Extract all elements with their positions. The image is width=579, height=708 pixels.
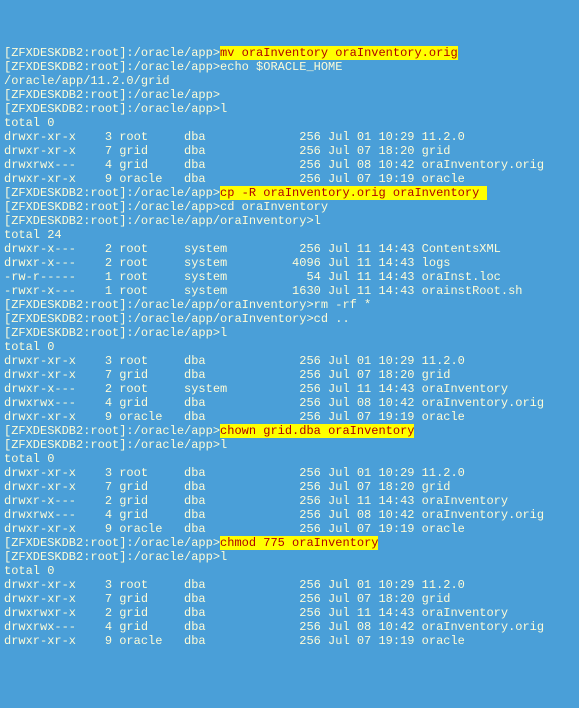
terminal-text: /oracle/app/11.2.0/grid [4,74,170,88]
highlighted-command: mv oraInventory oraInventory.orig [220,46,458,60]
terminal-line: [ZFXDESKDB2:root]:/oracle/app> [4,88,575,102]
terminal-text: [ZFXDESKDB2:root]:/oracle/app>cd oraInve… [4,200,328,214]
terminal-text: drwxr-xr-x 7 grid dba 256 Jul 07 18:20 g… [4,144,450,158]
terminal-line: drwxr-xr-x 3 root dba 256 Jul 01 10:29 1… [4,466,575,480]
terminal-line: [ZFXDESKDB2:root]:/oracle/app>mv oraInve… [4,46,575,60]
terminal-line: drwxrwx--- 4 grid dba 256 Jul 08 10:42 o… [4,158,575,172]
terminal-text: [ZFXDESKDB2:root]:/oracle/app>echo $ORAC… [4,60,342,74]
terminal-line: drwxr-x--- 2 grid dba 256 Jul 11 14:43 o… [4,494,575,508]
terminal-text: total 0 [4,564,54,578]
terminal-line: drwxr-x--- 2 root system 256 Jul 11 14:4… [4,382,575,396]
terminal-text: [ZFXDESKDB2:root]:/oracle/app> [4,424,220,438]
terminal-text: drwxrwx--- 4 grid dba 256 Jul 08 10:42 o… [4,508,544,522]
terminal-text: drwxr-xr-x 7 grid dba 256 Jul 07 18:20 g… [4,480,450,494]
terminal-text: drwxr-xr-x 9 oracle dba 256 Jul 07 19:19… [4,522,465,536]
terminal-line: drwxrwx--- 4 grid dba 256 Jul 08 10:42 o… [4,396,575,410]
terminal-line: [ZFXDESKDB2:root]:/oracle/app>cd oraInve… [4,200,575,214]
terminal-text: -rw-r----- 1 root system 54 Jul 11 14:43… [4,270,501,284]
terminal-text: drwxr-xr-x 9 oracle dba 256 Jul 07 19:19… [4,634,465,648]
terminal-line: drwxr-xr-x 7 grid dba 256 Jul 07 18:20 g… [4,480,575,494]
terminal-text: drwxr-x--- 2 root system 256 Jul 11 14:4… [4,382,508,396]
terminal-line: drwxr-xr-x 7 grid dba 256 Jul 07 18:20 g… [4,368,575,382]
terminal-text: drwxr-xr-x 7 grid dba 256 Jul 07 18:20 g… [4,592,450,606]
terminal-text: drwxrwxr-x 2 grid dba 256 Jul 11 14:43 o… [4,606,508,620]
terminal-line: drwxr-xr-x 9 oracle dba 256 Jul 07 19:19… [4,410,575,424]
terminal-line: [ZFXDESKDB2:root]:/oracle/app>l [4,550,575,564]
terminal-text: drwxrwx--- 4 grid dba 256 Jul 08 10:42 o… [4,396,544,410]
terminal-line: [ZFXDESKDB2:root]:/oracle/app>chmod 775 … [4,536,575,550]
terminal-text: [ZFXDESKDB2:root]:/oracle/app>l [4,550,227,564]
terminal-line: [ZFXDESKDB2:root]:/oracle/app>cp -R oraI… [4,186,575,200]
terminal-text: drwxr-xr-x 9 oracle dba 256 Jul 07 19:19… [4,410,465,424]
terminal-line: drwxr-x--- 2 root system 4096 Jul 11 14:… [4,256,575,270]
terminal-line: total 0 [4,564,575,578]
terminal-line: [ZFXDESKDB2:root]:/oracle/app>chown grid… [4,424,575,438]
terminal-line: drwxrwx--- 4 grid dba 256 Jul 08 10:42 o… [4,620,575,634]
terminal-line: [ZFXDESKDB2:root]:/oracle/app/oraInvento… [4,214,575,228]
terminal-text: total 0 [4,452,54,466]
terminal-text: drwxr-x--- 2 root system 4096 Jul 11 14:… [4,256,450,270]
terminal-line: total 24 [4,228,575,242]
terminal-text: [ZFXDESKDB2:root]:/oracle/app/oraInvento… [4,298,371,312]
terminal-text: drwxrwx--- 4 grid dba 256 Jul 08 10:42 o… [4,620,544,634]
terminal-text: [ZFXDESKDB2:root]:/oracle/app> [4,88,220,102]
terminal-text: drwxr-xr-x 3 root dba 256 Jul 01 10:29 1… [4,354,465,368]
terminal-line: drwxr-xr-x 9 oracle dba 256 Jul 07 19:19… [4,522,575,536]
terminal-line: total 0 [4,116,575,130]
terminal-line: drwxr-x--- 2 root system 256 Jul 11 14:4… [4,242,575,256]
terminal-line: -rwxr-x--- 1 root system 1630 Jul 11 14:… [4,284,575,298]
terminal-text: drwxr-x--- 2 root system 256 Jul 11 14:4… [4,242,501,256]
terminal-line: [ZFXDESKDB2:root]:/oracle/app>l [4,326,575,340]
terminal-text: drwxr-xr-x 7 grid dba 256 Jul 07 18:20 g… [4,368,450,382]
terminal-line: drwxrwxr-x 2 grid dba 256 Jul 11 14:43 o… [4,606,575,620]
terminal-text: drwxr-x--- 2 grid dba 256 Jul 11 14:43 o… [4,494,508,508]
terminal-line: -rw-r----- 1 root system 54 Jul 11 14:43… [4,270,575,284]
terminal-text: drwxr-xr-x 3 root dba 256 Jul 01 10:29 1… [4,466,465,480]
terminal-line: [ZFXDESKDB2:root]:/oracle/app>echo $ORAC… [4,60,575,74]
terminal-line: drwxr-xr-x 7 grid dba 256 Jul 07 18:20 g… [4,144,575,158]
terminal-line: [ZFXDESKDB2:root]:/oracle/app/oraInvento… [4,298,575,312]
terminal-text: drwxrwx--- 4 grid dba 256 Jul 08 10:42 o… [4,158,544,172]
terminal-text: [ZFXDESKDB2:root]:/oracle/app> [4,186,220,200]
terminal-line: drwxr-xr-x 9 oracle dba 256 Jul 07 19:19… [4,172,575,186]
terminal-line: drwxr-xr-x 7 grid dba 256 Jul 07 18:20 g… [4,592,575,606]
terminal-line: total 0 [4,452,575,466]
terminal-text: [ZFXDESKDB2:root]:/oracle/app/oraInvento… [4,214,321,228]
terminal-text: [ZFXDESKDB2:root]:/oracle/app> [4,536,220,550]
terminal-line: drwxr-xr-x 3 root dba 256 Jul 01 10:29 1… [4,130,575,144]
highlighted-command: chmod 775 oraInventory [220,536,378,550]
terminal-text: [ZFXDESKDB2:root]:/oracle/app>l [4,438,227,452]
terminal-text: [ZFXDESKDB2:root]:/oracle/app> [4,46,220,60]
highlighted-command: cp -R oraInventory.orig oraInventory [220,186,486,200]
terminal-text: [ZFXDESKDB2:root]:/oracle/app>l [4,326,227,340]
terminal-line: /oracle/app/11.2.0/grid [4,74,575,88]
terminal-text: -rwxr-x--- 1 root system 1630 Jul 11 14:… [4,284,522,298]
terminal-text: drwxr-xr-x 3 root dba 256 Jul 01 10:29 1… [4,578,465,592]
terminal-text: total 24 [4,228,62,242]
terminal-line: total 0 [4,340,575,354]
terminal-output: [ZFXDESKDB2:root]:/oracle/app>mv oraInve… [4,46,575,648]
terminal-text: drwxr-xr-x 9 oracle dba 256 Jul 07 19:19… [4,172,465,186]
terminal-text: total 0 [4,340,54,354]
highlighted-command: chown grid.dba oraInventory [220,424,414,438]
terminal-line: drwxr-xr-x 9 oracle dba 256 Jul 07 19:19… [4,634,575,648]
terminal-line: [ZFXDESKDB2:root]:/oracle/app/oraInvento… [4,312,575,326]
terminal-line: drwxrwx--- 4 grid dba 256 Jul 08 10:42 o… [4,508,575,522]
terminal-line: [ZFXDESKDB2:root]:/oracle/app>l [4,438,575,452]
terminal-text: total 0 [4,116,54,130]
terminal-text: [ZFXDESKDB2:root]:/oracle/app/oraInvento… [4,312,350,326]
terminal-text: [ZFXDESKDB2:root]:/oracle/app>l [4,102,227,116]
terminal-text: drwxr-xr-x 3 root dba 256 Jul 01 10:29 1… [4,130,465,144]
terminal-line: drwxr-xr-x 3 root dba 256 Jul 01 10:29 1… [4,354,575,368]
terminal-line: [ZFXDESKDB2:root]:/oracle/app>l [4,102,575,116]
terminal-line: drwxr-xr-x 3 root dba 256 Jul 01 10:29 1… [4,578,575,592]
